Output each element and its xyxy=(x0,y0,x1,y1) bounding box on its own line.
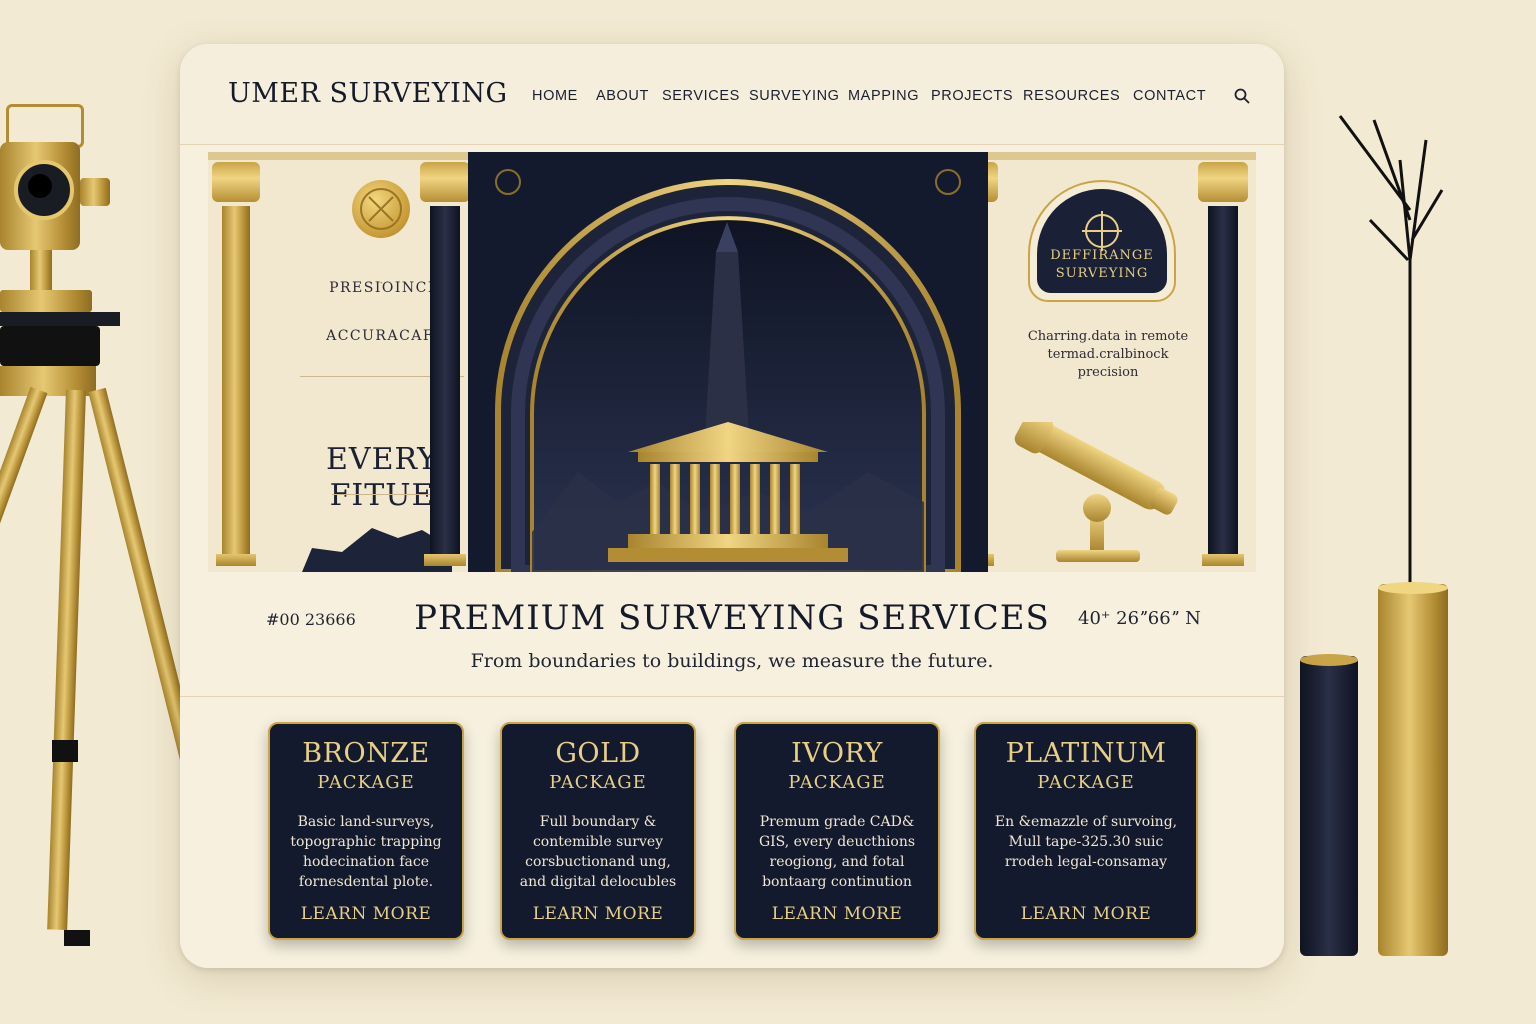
cylinder-top xyxy=(1378,582,1448,594)
cylinder-top xyxy=(1300,654,1358,666)
coordinates: 40⁺ 26ˮ66ˮ N xyxy=(1078,608,1201,629)
learn-more-button[interactable]: LEARN MORE xyxy=(736,904,938,924)
package-card-platinum: PLATINUM PACKAGE En &emazzle of survoing… xyxy=(974,722,1198,940)
learn-more-button[interactable]: LEARN MORE xyxy=(976,904,1196,924)
package-title: PLATINUM xyxy=(1005,738,1167,769)
package-subtitle: PACKAGE xyxy=(549,772,647,793)
package-description: En &emazzle of survoing, Mull tape-325.30… xyxy=(994,814,1178,870)
package-card-gold: GOLD PACKAGE Full boundary & contemible s… xyxy=(500,722,696,940)
top-navigation-bar: UMER SURVEYING HOME ABOUT SERVICES SURVE… xyxy=(180,44,1284,145)
package-subtitle: PACKAGE xyxy=(788,772,886,793)
nav-home[interactable]: HOME xyxy=(532,88,578,104)
tagline: From boundaries to buildings, we measure… xyxy=(470,650,994,672)
nav-about[interactable]: ABOUT xyxy=(596,88,649,104)
package-card-ivory: IVORY PACKAGE Premum grade CAD& GIS, ever… xyxy=(734,722,940,940)
nav-services[interactable]: SERVICES xyxy=(662,88,740,104)
decorative-vase-branch xyxy=(1330,100,1450,600)
nav-resources[interactable]: RESOURCES xyxy=(1023,88,1120,104)
theodolite-tripod xyxy=(0,100,210,960)
package-title: IVORY xyxy=(791,738,883,769)
gold-cylinder xyxy=(1378,584,1448,956)
hero-banner: · PRESIOINCI ACCURACAF. EVERY FITUE DEFF… xyxy=(208,152,1256,572)
package-card-bronze: BRONZE PACKAGE Basic land-surveys, topogr… xyxy=(268,722,464,940)
website-card: UMER SURVEYING HOME ABOUT SERVICES SURVE… xyxy=(180,44,1284,968)
learn-more-button[interactable]: LEARN MORE xyxy=(270,904,462,924)
nav-projects[interactable]: PROJECTS xyxy=(931,88,1013,104)
package-title: BRONZE xyxy=(302,738,430,769)
divider xyxy=(332,494,432,495)
nav-surveying[interactable]: SURVEYING xyxy=(749,88,840,104)
search-icon[interactable] xyxy=(1234,88,1250,104)
gold-column xyxy=(212,162,260,566)
surveying-badge: DEFFIRANGE SURVEYING xyxy=(1028,180,1176,302)
package-subtitle: PACKAGE xyxy=(1037,772,1135,793)
navy-column xyxy=(420,162,470,566)
nav-contact[interactable]: CONTACT xyxy=(1133,88,1206,104)
nav-mapping[interactable]: MAPPING xyxy=(848,88,919,104)
package-description: Basic land-surveys, topographic trapping … xyxy=(290,814,442,890)
badge-caption: Charring.data in remote termad.cralbinoc… xyxy=(1027,329,1189,380)
hero-right-panel: DEFFIRANGE SURVEYING Charring.data in re… xyxy=(1008,152,1208,572)
package-description: Premum grade CAD& GIS, every deucthions r… xyxy=(758,814,916,890)
badge-line1: DEFFIRANGE xyxy=(1050,248,1154,263)
gold-medallion-icon xyxy=(352,180,410,238)
package-title: GOLD xyxy=(555,738,641,769)
site-logo[interactable]: UMER SURVEYING xyxy=(228,78,508,109)
package-description: Full boundary & contemible survey corsbuc… xyxy=(519,814,677,890)
telescope-icon xyxy=(1014,422,1178,562)
badge-line2: SURVEYING xyxy=(1055,266,1149,281)
learn-more-button[interactable]: LEARN MORE xyxy=(502,904,694,924)
navy-column xyxy=(1198,162,1248,566)
package-subtitle: PACKAGE xyxy=(317,772,415,793)
monument-illustration xyxy=(468,152,988,572)
black-cylinder xyxy=(1300,656,1358,956)
arch-scene xyxy=(468,152,988,572)
